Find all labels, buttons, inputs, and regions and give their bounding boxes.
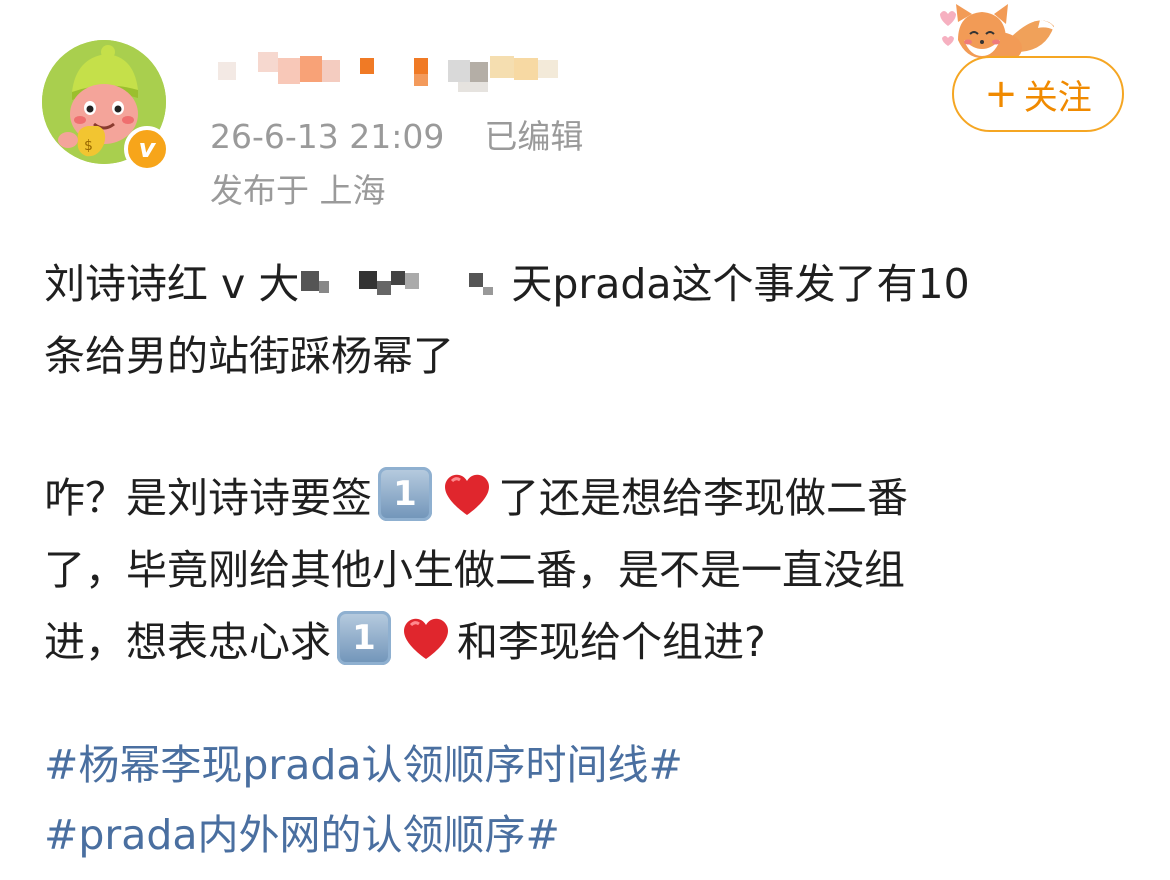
keycap-one-emoji: 1 (378, 467, 432, 521)
follow-label: 关注 (1023, 77, 1092, 118)
post-meta: 26-6-13 21:09 已编辑 (210, 120, 583, 153)
post-text: 刘诗诗红 v 大 (44, 260, 300, 308)
post-line-3: 咋？是刘诗诗要签 1 了还是想给李现做二番 (44, 462, 1134, 534)
red-heart-emoji (399, 611, 453, 665)
post-text: 和李现给个组进? (457, 618, 766, 666)
post-text: 进，想表忠心求 (44, 618, 331, 666)
svg-text:$: $ (84, 138, 93, 154)
hashtag-list: #杨幂李现prada认领顺序时间线# #prada内外网的认领顺序# (44, 730, 683, 870)
post-text: 天prada这个事发了有10 (511, 260, 970, 308)
text-mosaic (299, 267, 511, 307)
post-location: 发布于 上海 (210, 171, 386, 210)
post-timestamp: 26-6-13 21:09 (210, 117, 445, 156)
verified-badge: v (124, 126, 170, 172)
post-line-2: 条给男的站街踩杨幂了 (44, 332, 454, 380)
post-line-4: 了，毕竟刚给其他小生做二番，是不是一直没组 (44, 546, 905, 594)
post-line-5: 进，想表忠心求 1 和李现给个组进? (44, 606, 1134, 678)
weibo-post: $ v 26-6-13 21:09 已编辑 发布于 上海 + 关注 刘诗诗红 v… (0, 0, 1170, 880)
post-content: 刘诗诗红 v 大 天prada这个事发了有10 条给男的站街踩杨幂了 咋？是刘诗… (44, 248, 1134, 678)
plus-icon: + (984, 71, 1018, 117)
keycap-one-emoji: 1 (337, 611, 391, 665)
keycap-digit: 1 (352, 618, 376, 658)
post-line-1: 刘诗诗红 v 大 天prada这个事发了有10 (44, 248, 1134, 320)
post-text: 咋？是刘诗诗要签 (44, 474, 372, 522)
hashtag-link[interactable]: #杨幂李现prada认领顺序时间线# (44, 730, 683, 800)
post-text: 了还是想给李现做二番 (498, 474, 908, 522)
verified-badge-label: v (138, 134, 156, 164)
red-heart-emoji (440, 467, 494, 521)
edited-label: 已编辑 (484, 117, 584, 156)
keycap-digit: 1 (393, 474, 417, 514)
hashtag-link[interactable]: #prada内外网的认领顺序# (44, 800, 683, 870)
follow-button[interactable]: + 关注 (952, 56, 1124, 132)
username-mosaic[interactable] (218, 52, 568, 94)
